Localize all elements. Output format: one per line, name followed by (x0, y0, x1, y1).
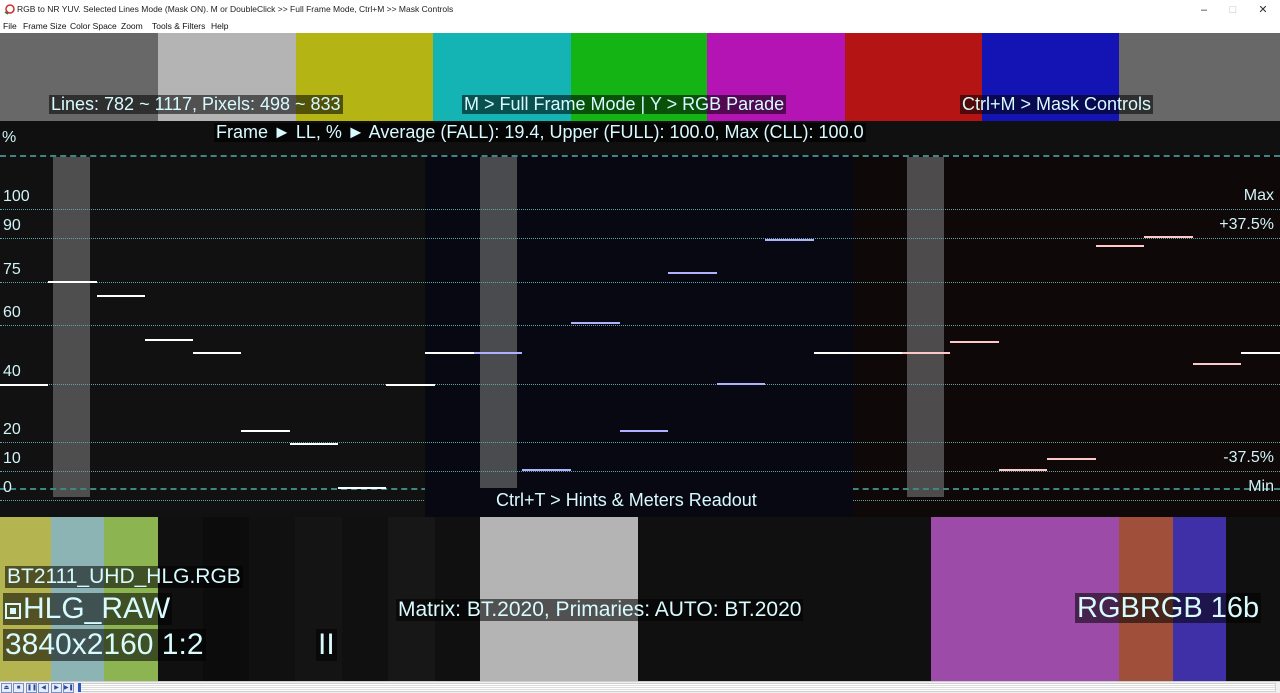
selection-band (480, 157, 517, 497)
grid-line (0, 383, 1280, 385)
resolution-label: 3840x2160 1:2 (3, 628, 206, 661)
checkbox-icon[interactable] (5, 603, 21, 619)
trace-segment (289, 442, 339, 445)
grid-line (0, 325, 1280, 327)
full-frame-hint: M > Full Frame Mode | Y > RGB Parade (462, 94, 787, 114)
trace-segment (998, 468, 1048, 471)
rgb-parade-graph: 100 90 75 60 40 20 10 0 Max +37.5% -37.5% Min (0, 155, 1280, 517)
slider-thumb[interactable] (78, 683, 81, 692)
grid-line (0, 238, 1280, 240)
trace-segment (901, 351, 951, 354)
y-tick-label: 10 (3, 449, 21, 467)
menu-help[interactable]: Help (211, 21, 228, 31)
y-tick-label: 90 (3, 217, 21, 235)
trace-segment (619, 430, 669, 433)
frame-readout: Frame ► LL, % ► Average (FALL): 19.4, Up… (214, 122, 866, 142)
grid-line (0, 441, 1280, 443)
trace-segment (1241, 351, 1280, 354)
menu-file[interactable]: File (3, 21, 17, 31)
position-slider[interactable] (78, 683, 1276, 692)
trace-segment (668, 271, 717, 274)
trace-segment (716, 383, 766, 386)
bottom-color-bar (203, 517, 249, 681)
menu-zoom[interactable]: Zoom (121, 21, 143, 31)
trace-segment (1095, 245, 1145, 248)
menu-bar: File Frame Size Color Space Zoom Tools &… (0, 20, 1280, 33)
selection-band (53, 157, 90, 497)
mode-text: HLG_RAW (23, 592, 171, 625)
grid-line (0, 470, 1280, 472)
trace-segment (386, 383, 435, 386)
transport-bar: ⏏ ■ ❚❚ ◀ ▶ ▶❚ (0, 681, 1280, 693)
maximize-button[interactable]: □ (1216, 0, 1250, 20)
trace-segment (1047, 458, 1096, 461)
trace-segment (473, 351, 523, 354)
trace-segment (950, 341, 999, 344)
y-tick-label: 20 (3, 420, 21, 438)
mask-controls-hint: Ctrl+M > Mask Controls (960, 94, 1154, 114)
trace-segment (1144, 236, 1193, 239)
format-label: RGBRGB 16b (1075, 592, 1262, 624)
app-logo-icon (4, 4, 15, 15)
right-scale-label: +37.5% (1219, 216, 1274, 234)
graph-top-border (0, 155, 1280, 157)
bottom-color-bar (249, 517, 295, 681)
lines-pixels-readout: Lines: 782 ~ 1117, Pixels: 498 ~ 833 (49, 94, 343, 114)
mode-label: HLG_RAW (3, 592, 173, 625)
title-bar: RGB to NR YUV. Selected Lines Mode (Mask… (0, 0, 1280, 20)
trace-segment (0, 383, 49, 386)
trace-segment (193, 351, 242, 354)
y-tick-label: 40 (3, 362, 21, 380)
y-tick-label: 100 (3, 188, 30, 205)
right-scale-label: Min (1248, 478, 1274, 495)
matrix-label: Matrix: BT.2020, Primaries: AUTO: BT.202… (396, 598, 804, 622)
trace-segment (338, 486, 387, 489)
trace-segment (48, 280, 97, 283)
y-axis-unit: % (2, 129, 17, 146)
trace-segment (1192, 362, 1242, 365)
hints-readout: Ctrl+T > Hints & Meters Readout (496, 490, 757, 510)
close-button[interactable]: ✕ (1246, 0, 1280, 20)
trace-segment (765, 238, 815, 241)
bottom-color-bar (342, 517, 388, 681)
y-tick-label: 60 (3, 304, 21, 322)
video-frame[interactable]: Lines: 782 ~ 1117, Pixels: 498 ~ 833 M >… (0, 33, 1280, 681)
window-title: RGB to NR YUV. Selected Lines Mode (Mask… (17, 4, 454, 14)
trace-segment (425, 351, 474, 354)
y-tick-label: 0 (3, 479, 12, 496)
menu-frame-size[interactable]: Frame Size (23, 21, 66, 31)
menu-tools-filters[interactable]: Tools & Filters (152, 21, 205, 31)
grid-line (0, 209, 1280, 210)
trace-segment (522, 468, 571, 471)
trace-segment (241, 430, 290, 433)
file-name-label: BT2111_UHD_HLG.RGB (5, 565, 243, 589)
y-tick-label: 75 (3, 260, 21, 278)
trace-segment (570, 321, 620, 324)
trace-segment (853, 351, 902, 354)
menu-color-space[interactable]: Color Space (70, 21, 117, 31)
selection-band (907, 157, 944, 497)
right-scale-label: Max (1243, 187, 1274, 204)
trace-segment (144, 339, 194, 342)
grid-line (0, 281, 1280, 283)
trace-segment (96, 295, 145, 298)
right-scale-label: -37.5% (1223, 448, 1274, 466)
pause-indicator: II (316, 628, 337, 661)
